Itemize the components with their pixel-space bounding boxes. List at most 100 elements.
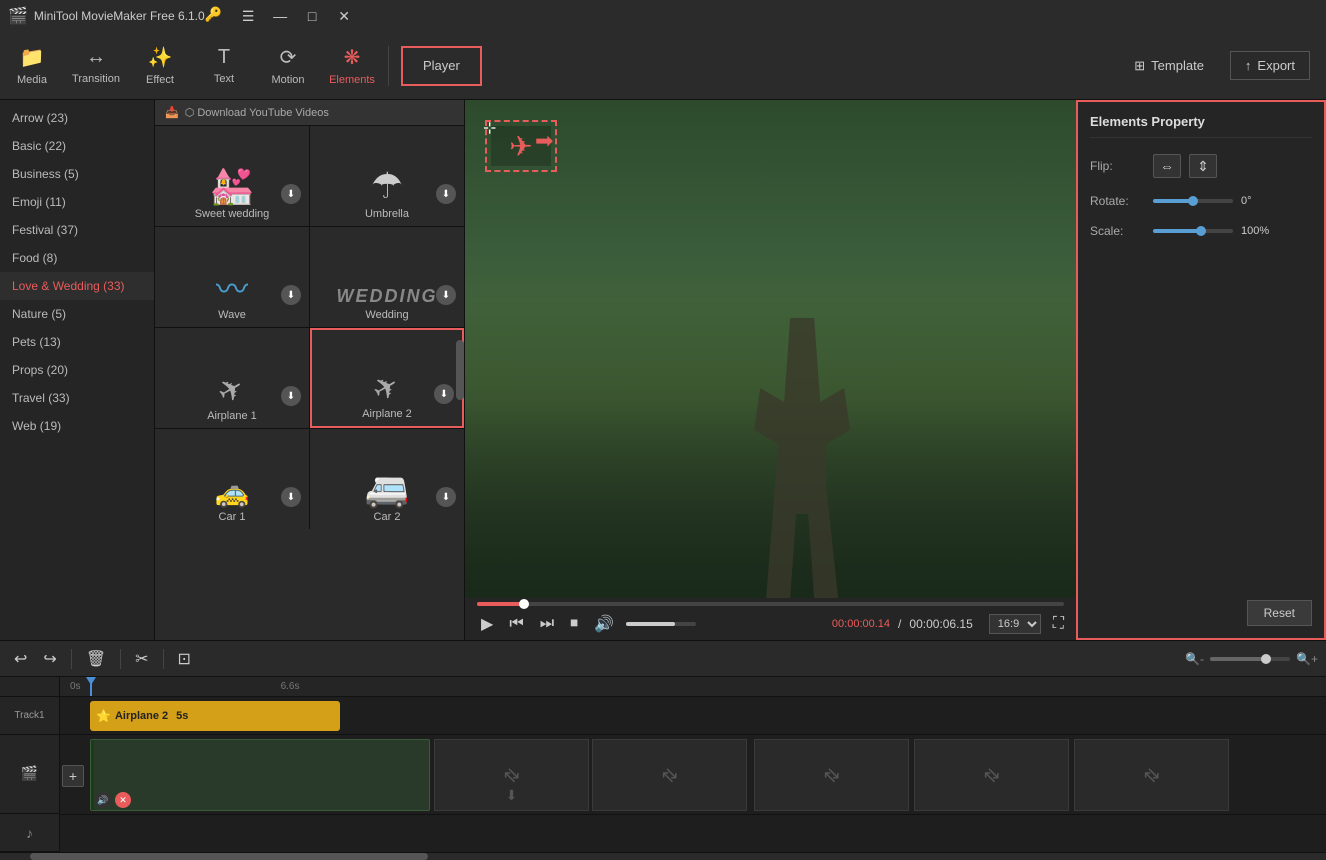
element-airplane1[interactable]: ✈ Airplane 1 ⬇ xyxy=(155,328,309,428)
close-button[interactable]: ✕ xyxy=(330,6,358,26)
element-airplane2[interactable]: ✈ Airplane 2 ⬇ xyxy=(310,328,464,428)
progress-thumb[interactable] xyxy=(519,599,529,609)
umbrella-download[interactable]: ⬇ xyxy=(436,184,456,204)
scrollbar-thumb[interactable] xyxy=(30,853,428,860)
video-clip[interactable]: 🔊 ✕ xyxy=(90,739,430,811)
transition-placeholder-3[interactable]: ⇄ xyxy=(754,739,909,811)
next-button[interactable]: ⏭ xyxy=(536,613,558,635)
scale-thumb[interactable] xyxy=(1196,226,1206,236)
sidebar-item-props[interactable]: Props (20) xyxy=(0,356,154,384)
timeline-section: ↩ ↪ 🗑 ✂ ⊡ 🔍- 🔍+ Track1 🎬 xyxy=(0,640,1326,860)
reset-button[interactable]: Reset xyxy=(1247,600,1312,626)
cut-button[interactable]: ✂ xyxy=(129,645,154,673)
text-tab[interactable]: T Text xyxy=(192,34,256,98)
transition-tab[interactable]: ↔ Transition xyxy=(64,34,128,98)
prev-button[interactable]: ⏮ xyxy=(505,613,527,635)
sidebar-item-emoji[interactable]: Emoji (11) xyxy=(0,188,154,216)
volume-button[interactable]: 🔊 xyxy=(590,612,618,636)
zoom-thumb[interactable] xyxy=(1261,654,1271,664)
export-button[interactable]: ↑ Export xyxy=(1230,51,1310,80)
download-bar[interactable]: 📥 ⬡ Download YouTube Videos xyxy=(155,100,464,126)
motion-tab[interactable]: ⟳ Motion xyxy=(256,34,320,98)
transition-placeholder-5[interactable]: ⇄ xyxy=(1074,739,1229,811)
wedding-download[interactable]: ⬇ xyxy=(436,285,456,305)
sweet-wedding-icon: 💒 xyxy=(210,168,255,204)
element-car1[interactable]: 🚕 Car 1 ⬇ xyxy=(155,429,309,529)
sidebar-item-food[interactable]: Food (8) xyxy=(0,244,154,272)
toolbar-right: ⊞ Template ↑ Export xyxy=(1120,51,1326,80)
sweet-wedding-download[interactable]: ⬇ xyxy=(281,184,301,204)
playhead[interactable] xyxy=(90,677,92,696)
airplane2-download[interactable]: ⬇ xyxy=(434,384,454,404)
effect-tab[interactable]: ✨ Effect xyxy=(128,34,192,98)
maximize-button[interactable]: □ xyxy=(298,6,326,26)
undo-button[interactable]: ↩ xyxy=(8,645,33,673)
transition-placeholder-4[interactable]: ⇄ xyxy=(914,739,1069,811)
redo-button[interactable]: ↪ xyxy=(37,645,62,673)
music-track-row xyxy=(60,815,1326,852)
video-background: ⊹ ✈ ➡ xyxy=(465,100,1076,598)
crop-button[interactable]: ⊡ xyxy=(172,645,197,673)
aspect-ratio-select[interactable]: 16:9 9:16 1:1 4:3 xyxy=(989,614,1041,634)
sidebar-item-business[interactable]: Business (5) xyxy=(0,160,154,188)
wave-download[interactable]: ⬇ xyxy=(281,285,301,305)
titlebar: 🎬 MiniTool MovieMaker Free 6.1.0 🔑 ☰ — □… xyxy=(0,0,1326,32)
video-track-icon: 🎬 xyxy=(21,765,38,782)
sidebar-item-basic[interactable]: Basic (22) xyxy=(0,132,154,160)
scale-slider[interactable] xyxy=(1153,229,1233,233)
airplane2-element-track[interactable]: ⭐ Airplane 2 5s xyxy=(90,701,340,731)
car1-download[interactable]: ⬇ xyxy=(281,487,301,507)
play-button[interactable]: ▶ xyxy=(477,612,497,636)
download-label: ⬡ Download YouTube Videos xyxy=(185,106,329,119)
progress-fill xyxy=(477,602,524,606)
key-icon: 🔑 xyxy=(205,6,222,26)
stop-button[interactable]: ⏹ xyxy=(566,613,582,635)
element-sweet-wedding[interactable]: 💒 Sweet wedding ⬇ xyxy=(155,126,309,226)
rotate-row: Rotate: 0° xyxy=(1090,194,1312,208)
music-track-label: ♪ xyxy=(0,814,59,852)
sidebar-item-travel[interactable]: Travel (33) xyxy=(0,384,154,412)
transition-placeholder-1[interactable]: ⇄ ⬇ xyxy=(434,739,589,811)
volume-slider[interactable] xyxy=(626,622,696,626)
ruler-spacer xyxy=(0,677,59,697)
rotate-slider[interactable] xyxy=(1153,199,1233,203)
flip-horizontal-button[interactable]: ⇔ xyxy=(1153,154,1181,178)
flip-controls: ⇔ ⇕ xyxy=(1153,154,1217,178)
media-tab[interactable]: 📁 Media xyxy=(0,34,64,98)
element-wedding[interactable]: WEDDING Wedding ⬇ xyxy=(310,227,464,327)
elements-tab[interactable]: ❋ Elements xyxy=(320,34,384,98)
toolbar-separator-1 xyxy=(388,46,389,86)
delete-button[interactable]: 🗑 xyxy=(80,645,112,673)
element-wave[interactable]: 〰 Wave ⬇ xyxy=(155,227,309,327)
rotate-thumb[interactable] xyxy=(1188,196,1198,206)
template-button[interactable]: ⊞ Template xyxy=(1120,52,1218,80)
video-track-label: 🎬 xyxy=(0,735,59,815)
airplane1-download[interactable]: ⬇ xyxy=(281,386,301,406)
elements-label: Elements xyxy=(329,74,375,86)
car2-download[interactable]: ⬇ xyxy=(436,487,456,507)
minimize-button[interactable]: — xyxy=(266,6,294,26)
add-media-button[interactable]: + xyxy=(62,765,84,787)
menu-button[interactable]: ☰ xyxy=(234,6,262,26)
element-name-umbrella: Umbrella xyxy=(365,208,409,220)
scroll-indicator xyxy=(456,340,464,400)
video-container[interactable]: ⊹ ✈ ➡ xyxy=(465,100,1076,598)
sidebar-item-arrow[interactable]: Arrow (23) xyxy=(0,104,154,132)
timeline-tracks[interactable]: 0s 6.6s ⭐ Airplane 2 5s + + xyxy=(60,677,1326,852)
sidebar-item-nature[interactable]: Nature (5) xyxy=(0,300,154,328)
transition-label: Transition xyxy=(72,73,120,85)
element-car2[interactable]: 🚐 Car 2 ⬇ xyxy=(310,429,464,529)
sidebar-item-festival[interactable]: Festival (37) xyxy=(0,216,154,244)
sidebar-item-love-wedding[interactable]: Love & Wedding (33) xyxy=(0,272,154,300)
sidebar-item-web[interactable]: Web (19) xyxy=(0,412,154,440)
timeline-scrollbar[interactable] xyxy=(0,852,1326,860)
transition-placeholder-2[interactable]: ⇄ xyxy=(592,739,747,811)
element-umbrella[interactable]: ☂ Umbrella ⬇ xyxy=(310,126,464,226)
rotate-value: 0° xyxy=(1241,195,1276,207)
progress-bar[interactable] xyxy=(477,602,1064,606)
fullscreen-button[interactable]: ⛶ xyxy=(1053,615,1064,633)
flip-vertical-button[interactable]: ⇕ xyxy=(1189,154,1217,178)
player-button[interactable]: Player xyxy=(401,46,482,86)
zoom-slider[interactable] xyxy=(1210,657,1290,661)
sidebar-item-pets[interactable]: Pets (13) xyxy=(0,328,154,356)
